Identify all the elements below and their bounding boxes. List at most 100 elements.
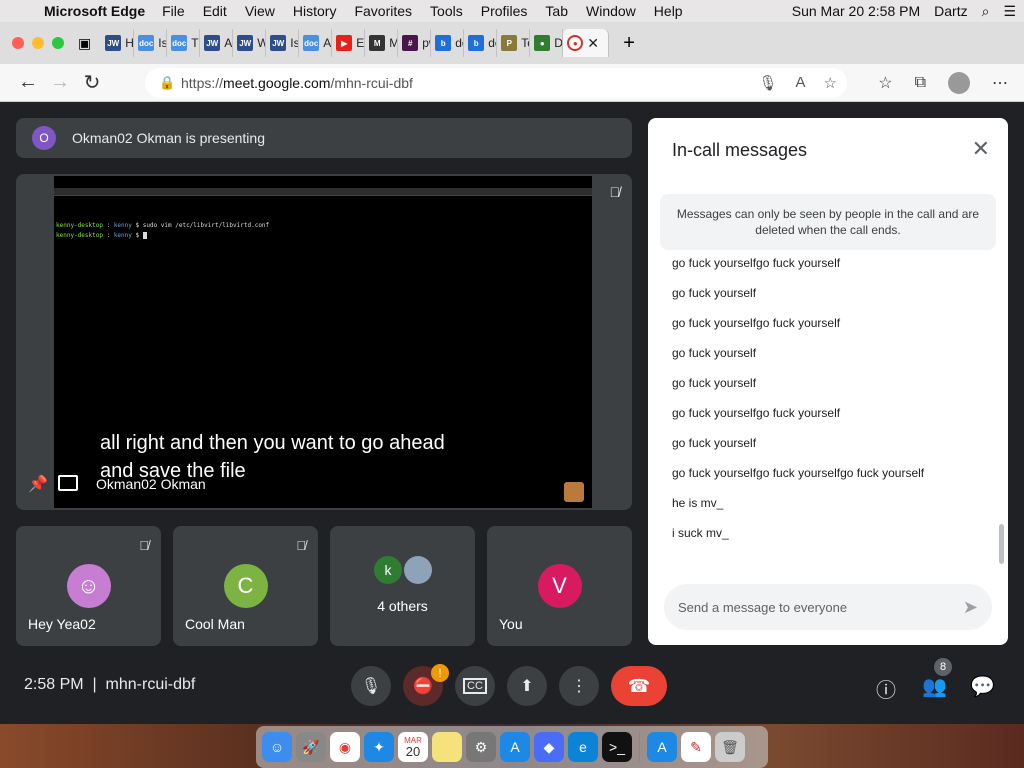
calendar-icon[interactable]: MAR 20	[398, 732, 428, 762]
presenting-banner: O Okman02 Okman is presenting	[16, 118, 632, 158]
downloads-icon[interactable]: A	[647, 732, 677, 762]
self-tile[interactable]: V You	[487, 526, 632, 646]
lock-icon[interactable]: 🔒	[159, 75, 181, 91]
collections-icon[interactable]: ⧉	[915, 74, 926, 92]
app-icon[interactable]: ◆	[534, 732, 564, 762]
tab-favicon-icon: JW	[204, 35, 221, 51]
menu-profiles[interactable]: Profiles	[472, 3, 537, 19]
menu-help[interactable]: Help	[645, 3, 692, 19]
message-list[interactable]: go fuck yourselfgo fuck yourself go fuck …	[672, 256, 992, 556]
chat-icon[interactable]: 💬	[970, 674, 995, 699]
tab-actions-icon[interactable]: ▣	[78, 35, 91, 52]
meeting-details-icon[interactable]: ⓘ	[876, 674, 896, 703]
microphone-icon: 🎙	[360, 678, 382, 695]
app-icon[interactable]: ✎	[681, 732, 711, 762]
browser-tab[interactable]: #pw	[398, 29, 432, 57]
add-favorite-icon[interactable]: ☆	[824, 74, 837, 92]
close-window-button[interactable]	[12, 37, 24, 49]
others-tile[interactable]: k 4 others	[330, 526, 475, 646]
browser-tab[interactable]: JWAm	[200, 29, 234, 57]
macos-menubar: Microsoft Edge File Edit View History Fa…	[0, 0, 1024, 22]
participant-tile[interactable]: 🎙̸ ☺ Hey Yea02	[16, 526, 161, 646]
menu-window[interactable]: Window	[577, 3, 645, 19]
minimize-window-button[interactable]	[32, 37, 44, 49]
profile-avatar[interactable]	[948, 71, 970, 94]
edge-icon[interactable]: e	[568, 732, 598, 762]
scrollbar[interactable]	[999, 524, 1004, 564]
browser-tab[interactable]: ●Do	[530, 29, 564, 57]
microphone-button[interactable]: 🎙	[351, 666, 391, 706]
menu-view[interactable]: View	[236, 3, 284, 19]
menu-favorites[interactable]: Favorites	[345, 3, 421, 19]
system-preferences-icon[interactable]: ⚙	[466, 732, 496, 762]
terminal-icon[interactable]: >_	[602, 732, 632, 762]
participant-tile[interactable]: 🎙̸ C Cool Man	[173, 526, 318, 646]
close-tab-icon[interactable]: ✕	[587, 35, 599, 52]
browser-tab[interactable]: JWIs H	[266, 29, 300, 57]
menu-file[interactable]: File	[153, 3, 194, 19]
favorites-icon[interactable]: ☆	[878, 73, 892, 93]
forward-icon[interactable]: →	[44, 71, 76, 94]
send-icon[interactable]: ➤	[963, 597, 978, 618]
browser-tab[interactable]: bdov	[464, 29, 498, 57]
browser-tab[interactable]: docAn	[299, 29, 333, 57]
maximize-window-button[interactable]	[52, 37, 64, 49]
pin-icon[interactable]: 📌	[28, 474, 48, 494]
trash-icon[interactable]: 🗑	[715, 732, 745, 762]
address-bar[interactable]: 🔒 https://meet.google.com/mhn-rcui-dbf 🎙…	[145, 68, 847, 98]
tab-label: Do	[554, 36, 563, 50]
tab-favicon-icon: P	[501, 35, 518, 51]
browser-tab[interactable]: JWWh	[233, 29, 267, 57]
read-aloud-icon[interactable]: A	[796, 74, 806, 92]
tab-favicon-icon: b	[435, 35, 452, 51]
launchpad-icon[interactable]: 🚀	[296, 732, 326, 762]
browser-tab[interactable]: ▶Edi	[332, 29, 366, 57]
browser-tab[interactable]: JWHo	[101, 29, 135, 57]
notes-icon[interactable]	[432, 732, 462, 762]
captions-button[interactable]: CC	[455, 666, 495, 706]
app-store-icon[interactable]: A	[500, 732, 530, 762]
refresh-icon[interactable]: ↻	[76, 70, 108, 95]
menubar-clock[interactable]: Sun Mar 20 2:58 PM	[792, 3, 920, 19]
macos-dock: ☺ 🚀 ◉ ✦ MAR 20 ⚙ A ◆ e >_ A ✎ 🗑	[256, 726, 768, 768]
menubar-user[interactable]: Dartz	[934, 3, 967, 19]
control-bar: 2:58 PM | mhn-rcui-dbf 🎙 ⛔ ! CC ⬆ ⋮ ☎ ⓘ …	[0, 646, 1024, 726]
camera-off-icon: ⛔	[413, 678, 433, 695]
chrome-icon[interactable]: ◉	[330, 732, 360, 762]
back-icon[interactable]: ←	[12, 71, 44, 94]
browser-tab[interactable]: docIs t	[134, 29, 168, 57]
tab-favicon-icon: JW	[105, 35, 122, 51]
browser-tab[interactable]: bdov	[431, 29, 465, 57]
browser-tab[interactable]: MMa	[365, 29, 399, 57]
browser-tab[interactable]: docThe	[167, 29, 201, 57]
finder-icon[interactable]: ☺	[262, 732, 292, 762]
menu-app-name[interactable]: Microsoft Edge	[40, 3, 153, 19]
presentation-stage: kenny-desktop : kenny $ sudo vim /etc/li…	[16, 174, 632, 510]
more-options-button[interactable]: ⋮	[559, 666, 599, 706]
message-input[interactable]: Send a message to everyone ➤	[664, 584, 992, 630]
present-button[interactable]: ⬆	[507, 666, 547, 706]
chat-message: go fuck yourselfgo fuck yourselfgo fuck …	[672, 466, 925, 480]
menu-tools[interactable]: Tools	[421, 3, 472, 19]
terminal-user: kenny-desktop	[56, 222, 103, 229]
tab-strip: JWHodocIs tdocTheJWAmJWWhJWIs HdocAn▶Edi…	[101, 29, 564, 57]
menu-edit[interactable]: Edit	[194, 3, 236, 19]
spotlight-search-icon[interactable]: ⌕	[982, 3, 990, 20]
people-icon[interactable]: 👥	[922, 674, 947, 699]
new-tab-icon[interactable]: +	[623, 32, 635, 55]
leave-call-button[interactable]: ☎	[611, 666, 667, 706]
participants-count-badge: 8	[934, 658, 952, 676]
browser-toolbar: ← → ↻ 🔒 https://meet.google.com/mhn-rcui…	[0, 64, 1024, 102]
microphone-permission-icon[interactable]: 🎙	[758, 74, 777, 92]
more-options-icon[interactable]: ⋯	[992, 73, 1008, 93]
chat-message: go fuck yourself	[672, 376, 757, 390]
close-icon[interactable]: ✕	[972, 136, 990, 162]
browser-tab[interactable]: PTop	[497, 29, 531, 57]
tab-google-meet[interactable]: ● ✕	[563, 29, 610, 57]
menu-tab[interactable]: Tab	[536, 3, 577, 19]
calendar-day: 20	[405, 743, 421, 759]
menu-history[interactable]: History	[284, 3, 346, 19]
control-center-icon[interactable]: ☰	[1003, 3, 1016, 20]
safari-icon[interactable]: ✦	[364, 732, 394, 762]
tab-label: Top	[521, 36, 529, 50]
